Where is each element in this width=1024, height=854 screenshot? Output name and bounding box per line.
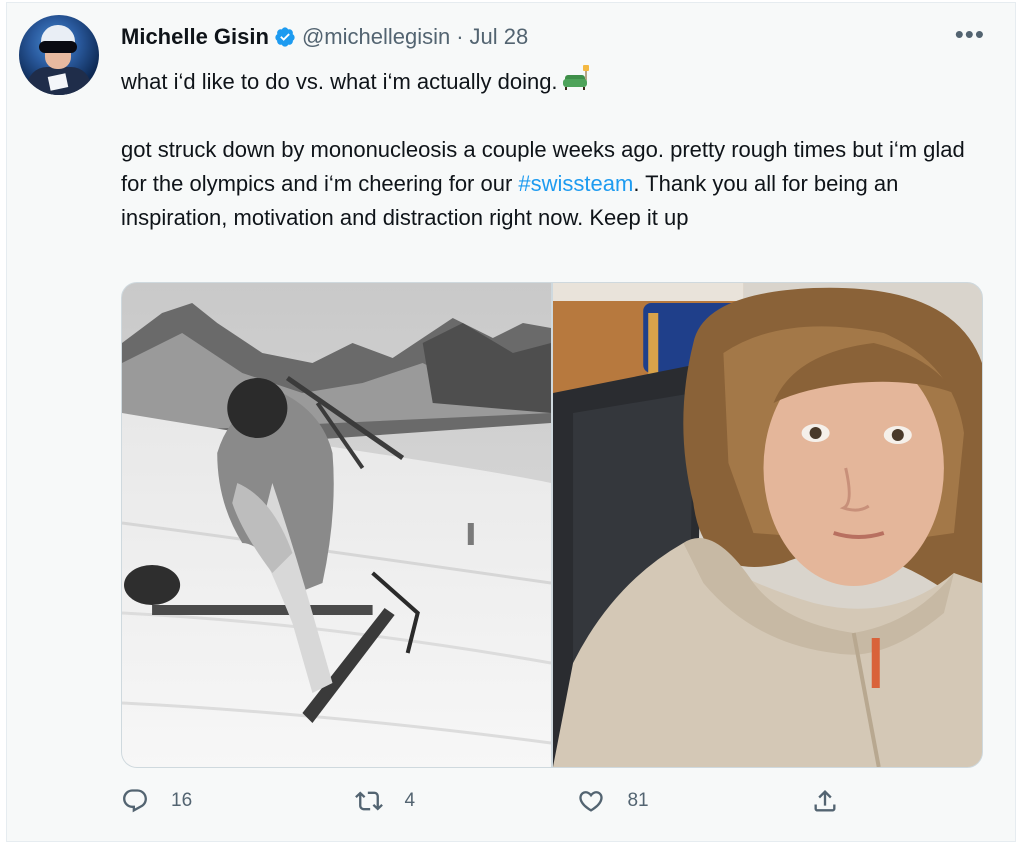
tweet-actions: 16 4 81 [121,787,861,815]
avatar[interactable] [19,15,99,95]
tweet-text: what i‘d like to do vs. what i‘m actuall… [121,63,991,235]
tweet-line-1-text: what i‘d like to do vs. what i‘m actuall… [121,69,558,94]
more-icon[interactable]: ••• [955,21,985,47]
tweet-line-1: what i‘d like to do vs. what i‘m actuall… [121,63,991,99]
couch-and-lamp-icon [562,65,589,90]
retweet-count: 4 [404,790,416,811]
author-name[interactable]: Michelle Gisin [121,24,269,50]
tweet-paragraph-2: got struck down by mononucleosis a coupl… [121,133,991,235]
author-handle[interactable]: @michellegisin [302,24,450,50]
verified-badge-icon [275,27,295,47]
hashtag-link[interactable]: #swissteam [518,171,633,196]
share-icon [814,790,836,812]
tweet-date[interactable]: Jul 28 [470,24,529,50]
reply-button[interactable]: 16 [121,787,192,815]
photo-skiing[interactable] [122,283,551,767]
retweet-button[interactable]: 4 [354,787,416,815]
heart-icon [579,791,604,812]
tweet-card[interactable]: Michelle Gisin @michellegisin · Jul 28 •… [6,2,1016,842]
reply-icon [123,789,147,813]
like-button[interactable]: 81 [577,787,649,815]
share-button[interactable] [811,787,861,815]
media-grid [121,282,983,768]
photo-selfie[interactable] [553,283,982,767]
selfie-photo-illustration [553,283,982,767]
tweet-header: Michelle Gisin @michellegisin · Jul 28 [121,23,528,51]
header-separator: · [456,24,464,49]
avatar-goggle [39,41,77,53]
skiing-photo-illustration [122,283,551,767]
retweet-icon [354,791,383,811]
like-count: 81 [627,790,649,811]
reply-count: 16 [171,790,193,811]
